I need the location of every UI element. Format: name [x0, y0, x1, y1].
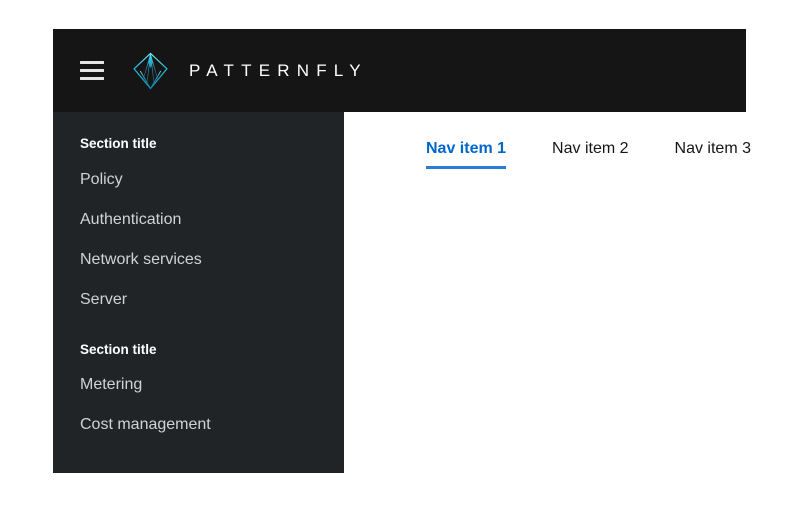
masthead: PATTERNFLY — [53, 29, 746, 112]
sidebar-navigation: Section title Policy Authentication Netw… — [53, 112, 344, 473]
sidebar-item-authentication[interactable]: Authentication — [53, 200, 344, 240]
hamburger-menu-icon[interactable] — [75, 54, 109, 88]
hamburger-bar-3 — [80, 77, 104, 80]
app-shell: PATTERNFLY Section title Policy Authenti… — [53, 29, 751, 473]
main-content: Nav item 1 Nav item 2 Nav item 3 — [344, 112, 751, 473]
brand-wordmark: PATTERNFLY — [189, 61, 368, 80]
tab-nav-item-3[interactable]: Nav item 3 — [675, 135, 751, 169]
sidebar-item-metering[interactable]: Metering — [53, 365, 344, 405]
nav-section-1: Section title Policy Authentication Netw… — [53, 128, 344, 320]
tab-bar: Nav item 1 Nav item 2 Nav item 3 — [426, 135, 751, 169]
hamburger-bar-2 — [80, 69, 104, 72]
sidebar-item-policy[interactable]: Policy — [53, 160, 344, 200]
sidebar-item-cost-management[interactable]: Cost management — [53, 405, 344, 445]
sidebar-section-title: Section title — [80, 341, 157, 357]
hamburger-bar-1 — [80, 61, 104, 64]
sidebar-item-network-services[interactable]: Network services — [53, 240, 344, 280]
nav-section-2: Section title Metering Cost management — [53, 334, 344, 446]
brand-link[interactable]: PATTERNFLY — [132, 52, 368, 90]
tab-nav-item-1[interactable]: Nav item 1 — [426, 135, 507, 169]
patternfly-diamond-logo-icon — [133, 52, 168, 89]
sidebar-section-title: Section title — [80, 136, 157, 151]
tab-nav-item-2[interactable]: Nav item 2 — [552, 135, 628, 169]
sidebar-item-server[interactable]: Server — [53, 280, 344, 320]
